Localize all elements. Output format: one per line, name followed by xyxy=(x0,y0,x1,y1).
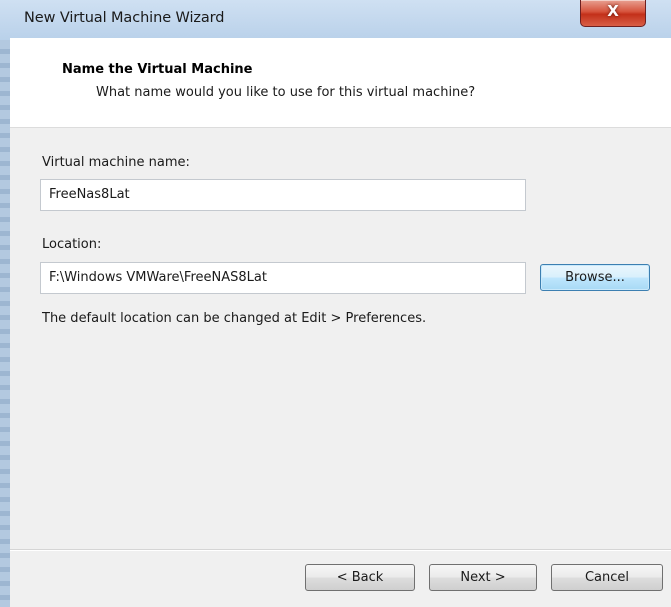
window-title: New Virtual Machine Wizard xyxy=(24,10,225,26)
page-title: Name the Virtual Machine xyxy=(62,62,253,77)
cancel-button[interactable]: Cancel xyxy=(551,564,663,591)
window-left-border xyxy=(0,40,10,607)
vm-name-input[interactable]: FreeNas8Lat xyxy=(40,179,526,211)
location-input[interactable]: F:\Windows VMWare\FreeNAS8Lat xyxy=(40,262,526,294)
wizard-header: Name the Virtual Machine What name would… xyxy=(10,38,671,128)
footer-separator xyxy=(10,549,671,551)
close-button[interactable]: X xyxy=(580,0,646,27)
location-label: Location: xyxy=(42,237,102,252)
page-subtitle: What name would you like to use for this… xyxy=(96,85,476,100)
back-button[interactable]: < Back xyxy=(305,564,415,591)
wizard-body: Name the Virtual Machine What name would… xyxy=(10,38,671,607)
vm-name-label: Virtual machine name: xyxy=(42,155,190,170)
location-hint: The default location can be changed at E… xyxy=(42,311,427,326)
next-button[interactable]: Next > xyxy=(429,564,537,591)
close-icon: X xyxy=(607,2,619,20)
browse-button[interactable]: Browse... xyxy=(540,264,650,291)
